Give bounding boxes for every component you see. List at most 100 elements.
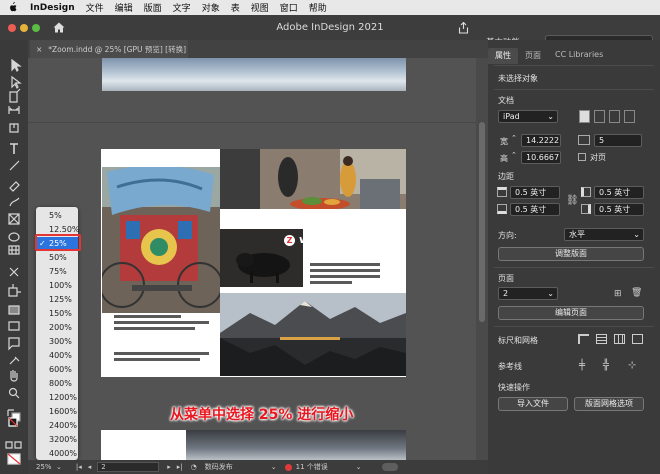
menubar: InDesign 文件 编辑 版面 文字 对象 表 视图 窗口 帮助 [0, 0, 660, 15]
zoom-option[interactable]: 3200% [36, 433, 78, 447]
last-page-icon[interactable]: ▸| [177, 463, 183, 471]
lock-guides-icon[interactable]: ⊹ [628, 360, 636, 371]
chevron-down-icon[interactable]: ⌄ [56, 463, 62, 471]
margin-bottom-field[interactable]: 0.5 英寸 [510, 203, 560, 216]
add-page-icon[interactable]: ⊞ [614, 289, 622, 299]
gradient-swatch-tool-icon [8, 305, 20, 315]
stepper-icon[interactable]: ⌃ [511, 134, 517, 142]
chevron-down-icon: ⌄ [547, 289, 554, 298]
zoom-option[interactable]: 2400% [36, 419, 78, 433]
document-canvas[interactable] [28, 58, 476, 460]
zoom-option[interactable]: 50% [36, 251, 78, 265]
zoom-option[interactable]: 5% [36, 209, 78, 223]
zoom-option[interactable]: 800% [36, 377, 78, 391]
zoom-option[interactable]: 200% [36, 321, 78, 335]
document-tab-label: *Zoom.indd @ 25% [GPU 预览] [转换] [48, 44, 187, 54]
highlight-box [35, 234, 81, 251]
preflight-icon[interactable]: ◔ [191, 463, 197, 471]
next-spread [101, 430, 406, 460]
no-selection-label: 未选择对象 [498, 74, 538, 83]
chevron-down-icon[interactable]: ⌄ [356, 463, 362, 471]
menu-file[interactable]: 文件 [86, 1, 104, 14]
menu-edit[interactable]: 编辑 [115, 1, 133, 14]
margin-top-field[interactable]: 0.5 英寸 [510, 186, 560, 199]
adjust-layout-button[interactable]: 调整版面 [498, 247, 644, 261]
intent-print-icon[interactable] [579, 110, 590, 123]
status-bar: 25% ⌄ |◂ ◂ 2 ▸ ▸| ◔ 数码发布 ⌄ 11 个错误 ⌄ [28, 460, 488, 474]
preflight-profile[interactable]: 数码发布 [205, 462, 271, 472]
watermark: Zwww.MacZ.com [284, 233, 396, 246]
intent-web-icon[interactable] [594, 110, 605, 123]
page-number-field[interactable]: 2 [97, 462, 160, 472]
zoom-option[interactable]: 100% [36, 279, 78, 293]
error-count[interactable]: 11 个错误 [296, 462, 356, 472]
horizontal-scrollbar[interactable] [381, 463, 398, 471]
orientation-select[interactable]: 水平 ⌄ [564, 228, 644, 241]
document-grid-icon[interactable] [614, 334, 625, 344]
chevron-down-icon: ⌄ [633, 230, 640, 239]
free-transform-tool-icon [8, 284, 21, 297]
baseline-grid-icon[interactable] [596, 334, 607, 344]
menu-indesign[interactable]: InDesign [30, 3, 75, 13]
apple-icon[interactable] [8, 2, 22, 13]
zoom-option[interactable]: 125% [36, 293, 78, 307]
zoom-level-field[interactable]: 25% [36, 463, 54, 471]
document-preset-select[interactable]: iPad ⌄ [498, 110, 558, 123]
zoom-option[interactable]: 75% [36, 265, 78, 279]
tab-properties[interactable]: 属性 [488, 48, 518, 64]
tab-cc-libraries[interactable]: CC Libraries [548, 48, 610, 64]
vertical-scrollbar[interactable] [476, 58, 488, 460]
first-page-icon[interactable]: |◂ [76, 463, 82, 471]
width-field[interactable]: 14.2222 [521, 134, 561, 147]
chevron-down-icon[interactable]: ⌄ [271, 463, 277, 471]
menu-view[interactable]: 视图 [251, 1, 269, 14]
zoom-option[interactable]: 300% [36, 335, 78, 349]
guides-icon[interactable]: ╪ [579, 360, 585, 371]
import-file-button[interactable]: 导入文件 [498, 397, 568, 411]
page-section-title: 页面 [498, 274, 514, 283]
document-tab[interactable]: × *Zoom.indd @ 25% [GPU 预览] [转换] [30, 40, 188, 58]
menu-help[interactable]: 帮助 [309, 1, 327, 14]
margin-left-field[interactable]: 0.5 英寸 [594, 186, 644, 199]
landscape-icon[interactable] [624, 110, 635, 123]
pages-count-field[interactable]: 5 [594, 134, 642, 147]
previous-page-icon[interactable]: ◂ [88, 463, 92, 471]
previous-spread [102, 58, 406, 91]
page-select[interactable]: 2 ⌄ [498, 287, 558, 300]
layout-grid-options-button[interactable]: 版面网格选项 [574, 397, 644, 411]
close-tab-icon[interactable]: × [36, 45, 42, 54]
delete-page-icon[interactable]: 🗑 [631, 288, 642, 298]
smart-guides-icon[interactable]: ╬ [603, 360, 609, 371]
zoom-option[interactable]: 1200% [36, 391, 78, 405]
margin-right-field[interactable]: 0.5 英寸 [594, 203, 644, 216]
menu-layout[interactable]: 版面 [144, 1, 162, 14]
menu-object[interactable]: 对象 [202, 1, 220, 14]
facing-pages-label: 对页 [590, 153, 606, 162]
next-page-icon[interactable]: ▸ [167, 463, 171, 471]
tab-pages[interactable]: 页面 [518, 48, 548, 64]
zoom-option[interactable]: 150% [36, 307, 78, 321]
menu-table[interactable]: 表 [231, 1, 240, 14]
text-block [114, 315, 209, 335]
mountain-lake-image [220, 293, 406, 376]
scrollbar-thumb[interactable] [479, 122, 485, 322]
menu-window[interactable]: 窗口 [280, 1, 298, 14]
facing-pages-checkbox[interactable] [578, 153, 586, 161]
menu-type[interactable]: 文字 [173, 1, 191, 14]
zoom-option[interactable]: 4000% [36, 447, 78, 459]
direct-selection-tool-icon [11, 75, 22, 90]
edit-page-button[interactable]: 编辑页面 [498, 306, 644, 320]
zoom-option[interactable]: 1600% [36, 405, 78, 419]
rulers-grids-title: 标尺和网格 [498, 336, 538, 345]
share-icon[interactable] [457, 21, 470, 34]
zoom-option[interactable]: 600% [36, 363, 78, 377]
portrait-icon[interactable] [609, 110, 620, 123]
zoom-option[interactable]: 400% [36, 349, 78, 363]
height-field[interactable]: 10.6667 [521, 151, 561, 164]
link-margins-icon[interactable]: ⛓ [566, 195, 579, 206]
rulers-icon[interactable] [578, 334, 589, 344]
stepper-icon[interactable]: ⌃ [511, 151, 517, 159]
error-indicator-icon [284, 463, 292, 471]
width-label: 宽 [500, 137, 508, 146]
layout-grid-icon[interactable] [632, 334, 643, 344]
